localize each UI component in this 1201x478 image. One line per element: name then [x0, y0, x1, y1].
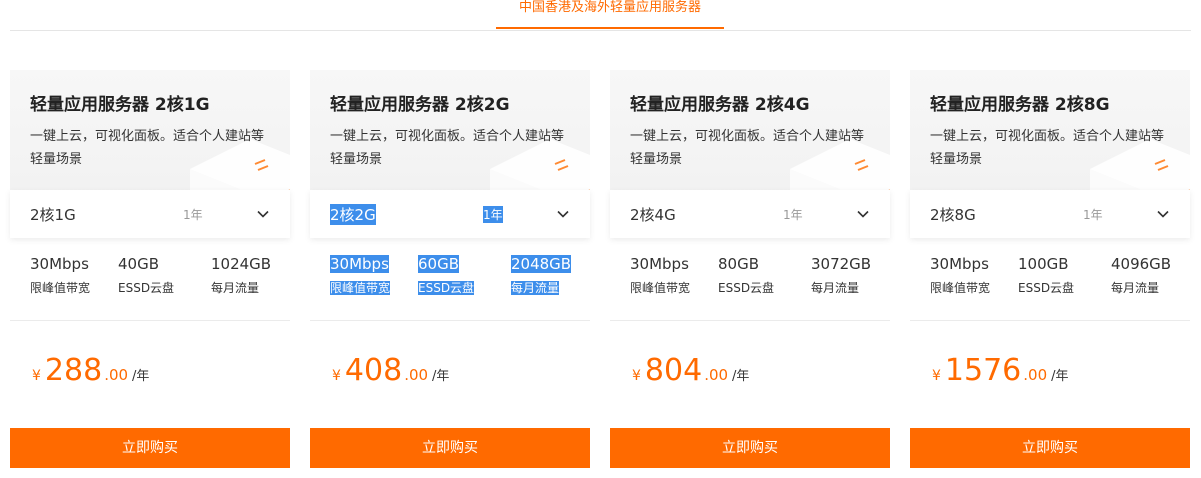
spec-value: 3072GB	[811, 255, 872, 273]
spec-label: 每月流量	[511, 281, 560, 295]
price-integer: 804	[644, 353, 703, 388]
chevron-down-icon	[257, 210, 269, 218]
spec-value: 2048GB	[511, 255, 572, 273]
price: ¥1576.00/年	[932, 353, 1069, 388]
spec-label: ESSD云盘	[1018, 281, 1075, 295]
price: ¥804.00/年	[632, 353, 749, 388]
spec-disk: 80GB ESSD云盘	[718, 255, 774, 296]
card-description: 一键上云，可视化面板。适合个人建站等轻量场景	[630, 129, 865, 167]
spec-label: 每月流量	[211, 281, 260, 295]
price-decimal: .00	[704, 366, 729, 384]
price-decimal: .00	[104, 366, 129, 384]
currency-symbol: ¥	[32, 368, 41, 384]
buy-now-button[interactable]: 立即购买	[10, 428, 290, 468]
product-card-2c2g: 轻量应用服务器 2核2G 一键上云，可视化面板。适合个人建站等轻量场景 2核2G…	[310, 70, 590, 468]
spec-value: 60GB	[418, 255, 460, 273]
spec-bandwidth: 30Mbps 限峰值带宽	[630, 255, 690, 296]
price-integer: 288	[44, 353, 103, 388]
price: ¥288.00/年	[32, 353, 149, 388]
price-integer: 1576	[944, 353, 1022, 388]
config-select-value: 2核1G	[30, 206, 76, 224]
spec-value: 30Mbps	[330, 255, 389, 273]
spec-value: 30Mbps	[630, 255, 689, 273]
spec-label: 限峰值带宽	[330, 281, 391, 295]
spec-label: ESSD云盘	[718, 281, 775, 295]
spec-value: 1024GB	[211, 255, 272, 273]
card-header: 轻量应用服务器 2核8G 一键上云，可视化面板。适合个人建站等轻量场景	[910, 70, 1190, 190]
product-card-2c4g: 轻量应用服务器 2核4G 一键上云，可视化面板。适合个人建站等轻量场景 2核4G…	[610, 70, 890, 468]
spec-traffic: 2048GB 每月流量	[511, 255, 572, 296]
price-unit: /年	[432, 369, 450, 384]
spec-label: ESSD云盘	[418, 281, 475, 295]
config-select[interactable]: 2核4G 1年	[610, 190, 890, 238]
buy-now-button[interactable]: 立即购买	[610, 428, 890, 468]
divider	[10, 320, 290, 321]
buy-now-button[interactable]: 立即购买	[910, 428, 1190, 468]
price-decimal: .00	[404, 366, 429, 384]
divider	[610, 320, 890, 321]
spec-value: 4096GB	[1111, 255, 1172, 273]
card-description: 一键上云，可视化面板。适合个人建站等轻量场景	[30, 129, 265, 167]
spec-label: 限峰值带宽	[30, 281, 91, 295]
config-select-value: 2核4G	[630, 206, 676, 224]
config-select-term: 1年	[183, 208, 203, 222]
spec-traffic: 1024GB 每月流量	[211, 255, 271, 296]
price: ¥408.00/年	[332, 353, 449, 388]
config-select-value: 2核2G	[330, 204, 376, 225]
spec-value: 40GB	[118, 255, 160, 273]
divider	[910, 320, 1190, 321]
spec-value: 80GB	[718, 255, 760, 273]
config-select-term: 1年	[483, 206, 503, 223]
card-header: 轻量应用服务器 2核2G 一键上云，可视化面板。适合个人建站等轻量场景	[310, 70, 590, 190]
price-unit: /年	[1051, 369, 1069, 384]
price-decimal: .00	[1023, 366, 1048, 384]
currency-symbol: ¥	[932, 368, 941, 384]
spec-value: 30Mbps	[930, 255, 989, 273]
tab-hongkong-overseas-lighthouse[interactable]: 中国香港及海外轻量应用服务器	[496, 0, 724, 29]
spec-bandwidth: 30Mbps 限峰值带宽	[330, 255, 391, 296]
card-title: 轻量应用服务器 2核8G	[930, 95, 1110, 115]
chevron-down-icon	[857, 210, 869, 218]
spec-disk: 60GB ESSD云盘	[418, 255, 475, 296]
spec-label: 每月流量	[1111, 281, 1160, 295]
currency-symbol: ¥	[332, 368, 341, 384]
config-select-value: 2核8G	[930, 206, 976, 224]
card-title: 轻量应用服务器 2核1G	[30, 95, 210, 115]
config-select-term: 1年	[1083, 208, 1103, 222]
buy-now-button[interactable]: 立即购买	[310, 428, 590, 468]
config-select[interactable]: 2核2G 1年	[310, 190, 590, 238]
chevron-down-icon	[557, 210, 569, 218]
config-select[interactable]: 2核1G 1年	[10, 190, 290, 238]
chevron-down-icon	[1157, 210, 1169, 218]
spec-traffic: 3072GB 每月流量	[811, 255, 871, 296]
config-select[interactable]: 2核8G 1年	[910, 190, 1190, 238]
card-title: 轻量应用服务器 2核4G	[630, 95, 810, 115]
spec-label: ESSD云盘	[118, 281, 175, 295]
card-description: 一键上云，可视化面板。适合个人建站等轻量场景	[330, 129, 565, 167]
spec-label: 限峰值带宽	[930, 281, 991, 295]
price-unit: /年	[132, 369, 150, 384]
spec-disk: 100GB ESSD云盘	[1018, 255, 1074, 296]
divider	[310, 320, 590, 321]
product-tab-bar: 中国香港及海外轻量应用服务器	[10, 0, 1191, 31]
price-integer: 408	[344, 353, 403, 388]
product-card-2c1g: 轻量应用服务器 2核1G 一键上云，可视化面板。适合个人建站等轻量场景 2核1G…	[10, 70, 290, 468]
spec-traffic: 4096GB 每月流量	[1111, 255, 1171, 296]
config-select-term: 1年	[783, 208, 803, 222]
product-card-2c8g: 轻量应用服务器 2核8G 一键上云，可视化面板。适合个人建站等轻量场景 2核8G…	[910, 70, 1190, 468]
price-unit: /年	[732, 369, 750, 384]
spec-label: 限峰值带宽	[630, 281, 691, 295]
card-header: 轻量应用服务器 2核1G 一键上云，可视化面板。适合个人建站等轻量场景	[10, 70, 290, 190]
card-header: 轻量应用服务器 2核4G 一键上云，可视化面板。适合个人建站等轻量场景	[610, 70, 890, 190]
spec-label: 每月流量	[811, 281, 860, 295]
card-description: 一键上云，可视化面板。适合个人建站等轻量场景	[930, 129, 1165, 167]
spec-bandwidth: 30Mbps 限峰值带宽	[30, 255, 90, 296]
spec-value: 30Mbps	[30, 255, 89, 273]
currency-symbol: ¥	[632, 368, 641, 384]
spec-bandwidth: 30Mbps 限峰值带宽	[930, 255, 990, 296]
spec-value: 100GB	[1018, 255, 1069, 273]
card-title: 轻量应用服务器 2核2G	[330, 95, 510, 115]
spec-disk: 40GB ESSD云盘	[118, 255, 174, 296]
